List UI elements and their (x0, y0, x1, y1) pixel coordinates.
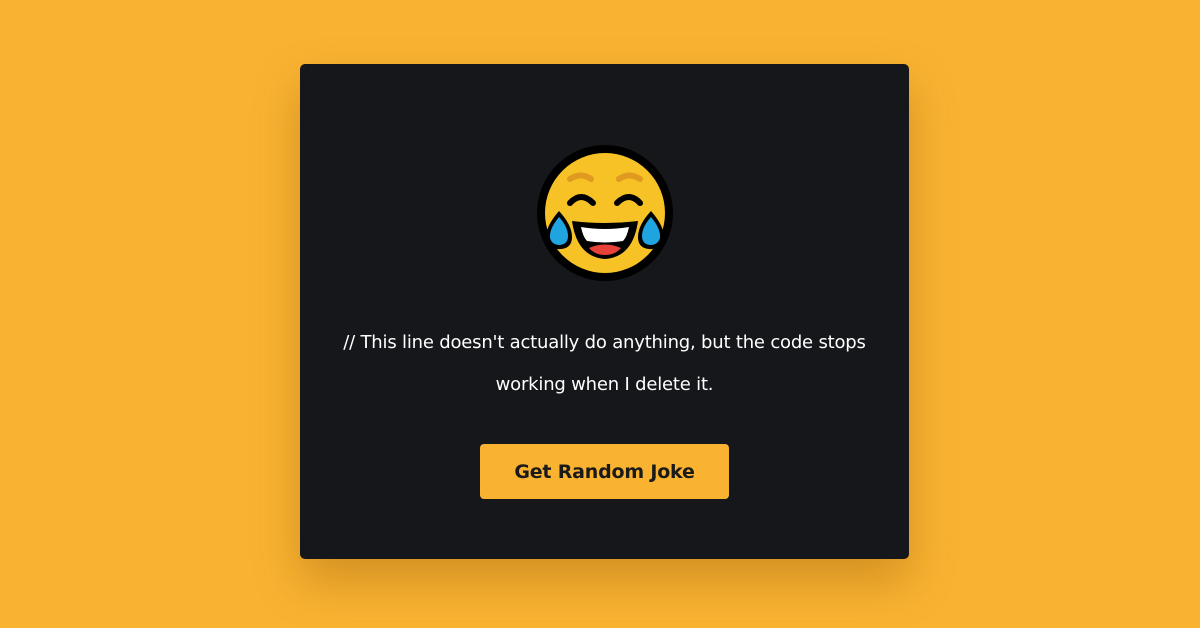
face-with-tears-of-joy-icon (537, 145, 673, 281)
joke-text: // This line doesn't actually do anythin… (343, 332, 866, 395)
get-random-joke-button[interactable]: Get Random Joke (480, 444, 729, 499)
joke-card: // This line doesn't actually do anythin… (300, 64, 909, 559)
